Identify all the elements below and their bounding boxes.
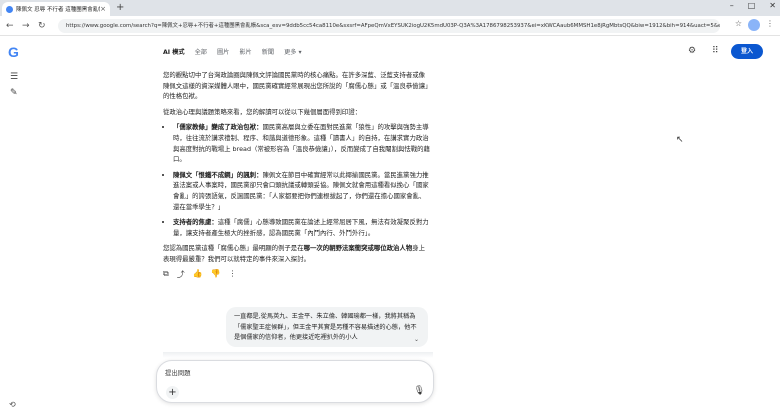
reload-icon[interactable]: ↻ [38,20,46,32]
window-controls: – □ ✕ [730,1,776,10]
browser-menu-icon[interactable]: ⋮ [766,19,774,31]
tab-title: 陳佩文 忍辱 不行者 這種團黑會亂帳 - Google 搜尋 [16,7,101,13]
answer-intro: 您的觀點切中了台灣政論圈與陳佩文評論國民黨時的核心痛點。在許多深藍、泛藍支持者或… [163,71,429,101]
tab-news[interactable]: 新聞 [262,47,274,56]
thumbs-up-icon[interactable]: 👍 [193,269,203,280]
browser-tab[interactable]: 陳佩文 忍辱 不行者 這種團黑會亂帳 - Google 搜尋 × [2,2,110,16]
back-icon[interactable]: ← [6,20,14,32]
add-icon[interactable]: + [166,386,179,399]
new-tab-button[interactable]: + [116,2,124,14]
menu-icon[interactable]: ☰ [10,72,18,82]
close-window-icon[interactable]: ✕ [769,1,776,10]
tab-videos[interactable]: 影片 [239,47,251,56]
bookmark-star-icon[interactable]: ☆ [735,19,742,31]
maximize-icon[interactable]: □ [748,1,756,10]
user-message-bubble: 一直都是,從馬英九、王金平、朱立倫、韓國瑜都一樣，我將其稱為「儒家聖王症候群」，… [226,307,428,347]
history-icon[interactable]: ⟲ [9,400,16,409]
login-button[interactable]: 登入 [731,44,763,59]
new-chat-icon[interactable]: ✎ [10,88,18,98]
closing-bold: 哪一次的朝野法案衝突或哪位政治人物 [303,244,413,253]
google-favicon-icon [6,5,13,13]
minimize-icon[interactable]: – [730,1,734,10]
forward-icon[interactable]: → [22,20,30,32]
toolbar-right: ☆ ⋮ [735,19,774,31]
tab-ai-mode[interactable]: AI 模式 [163,47,185,56]
share-icon[interactable]: ⤴ [177,269,185,280]
copy-icon[interactable]: ⧉ [163,269,169,280]
browser-toolbar: ← → ↻ https://www.google.com/search?q=陳佩… [0,16,780,36]
profile-avatar[interactable] [748,19,760,31]
mouse-cursor-icon: ↖ [676,135,684,145]
bullet-heading: 「儒家教條」變成了政治包袱： [173,123,263,132]
tab-images[interactable]: 圖片 [217,47,229,56]
answer-actions: ⧉ ⤴ 👍 👎 ⋮ [163,269,237,280]
thumbs-down-icon[interactable]: 👎 [211,269,221,280]
expand-chevron-icon[interactable]: ⌄ [414,336,419,343]
microphone-icon[interactable]: 🎙 [414,386,425,396]
address-bar[interactable]: https://www.google.com/search?q=陳佩文+忍辱+不… [58,19,720,33]
bullet-heading: 支持者的焦慮： [173,218,218,227]
ai-answer: 您的觀點切中了台灣政論圈與陳佩文評論國民黨時的核心痛點。在許多深藍、泛藍支持者或… [163,70,431,270]
list-item: 支持者的焦慮：這種「腐儒」心態導致國民黨在論述上經常屈居下風，無法有效凝聚反對力… [173,217,431,238]
close-tab-icon[interactable]: × [100,5,106,13]
list-item: 「儒家教條」變成了政治包袱：國民黨高層與立委在面對民進黨「狼性」的攻擊與強勢主導… [173,122,431,164]
more-options-icon[interactable]: ⋮ [229,269,237,280]
answer-bullets: 「儒家教條」變成了政治包袱：國民黨高層與立委在面對民進黨「狼性」的攻擊與強勢主導… [163,122,431,238]
tab-more[interactable]: 更多 ▾ [284,47,301,56]
google-logo[interactable]: G [8,44,19,60]
answer-closing: 您認為國民黨這種「腐儒心態」最明顯的例子是在哪一次的朝野法案衝突或哪位政治人物身… [163,243,431,264]
search-tabs: AI 模式 全部 圖片 影片 新聞 更多 ▾ [163,47,302,56]
tab-all[interactable]: 全部 [195,47,207,56]
ask-input-box[interactable]: 提出問題 + 🎙 [156,360,434,403]
answer-lead: 從政治心理與議題策略來看，您的解讀可以從以下幾個層面得到印證： [163,107,362,116]
browser-titlebar: 陳佩文 忍辱 不行者 這種團黑會亂帳 - Google 搜尋 × + – □ ✕ [0,0,780,16]
ask-input[interactable]: 提出問題 [165,368,191,377]
closing-text: 您認為國民黨這種「腐儒心態」最明顯的例子是在 [163,244,304,253]
settings-gear-icon[interactable]: ⚙ [688,46,696,56]
apps-grid-icon[interactable]: ⠿ [712,46,719,56]
bullet-heading: 陳佩文「恨鐵不成鋼」的諷刺： [173,170,263,179]
scroll-fade [163,352,433,358]
list-item: 陳佩文「恨鐵不成鋼」的諷刺：陳佩文在節目中確實經常以此揶揄國民黨。當民進黨強力推… [173,170,431,212]
